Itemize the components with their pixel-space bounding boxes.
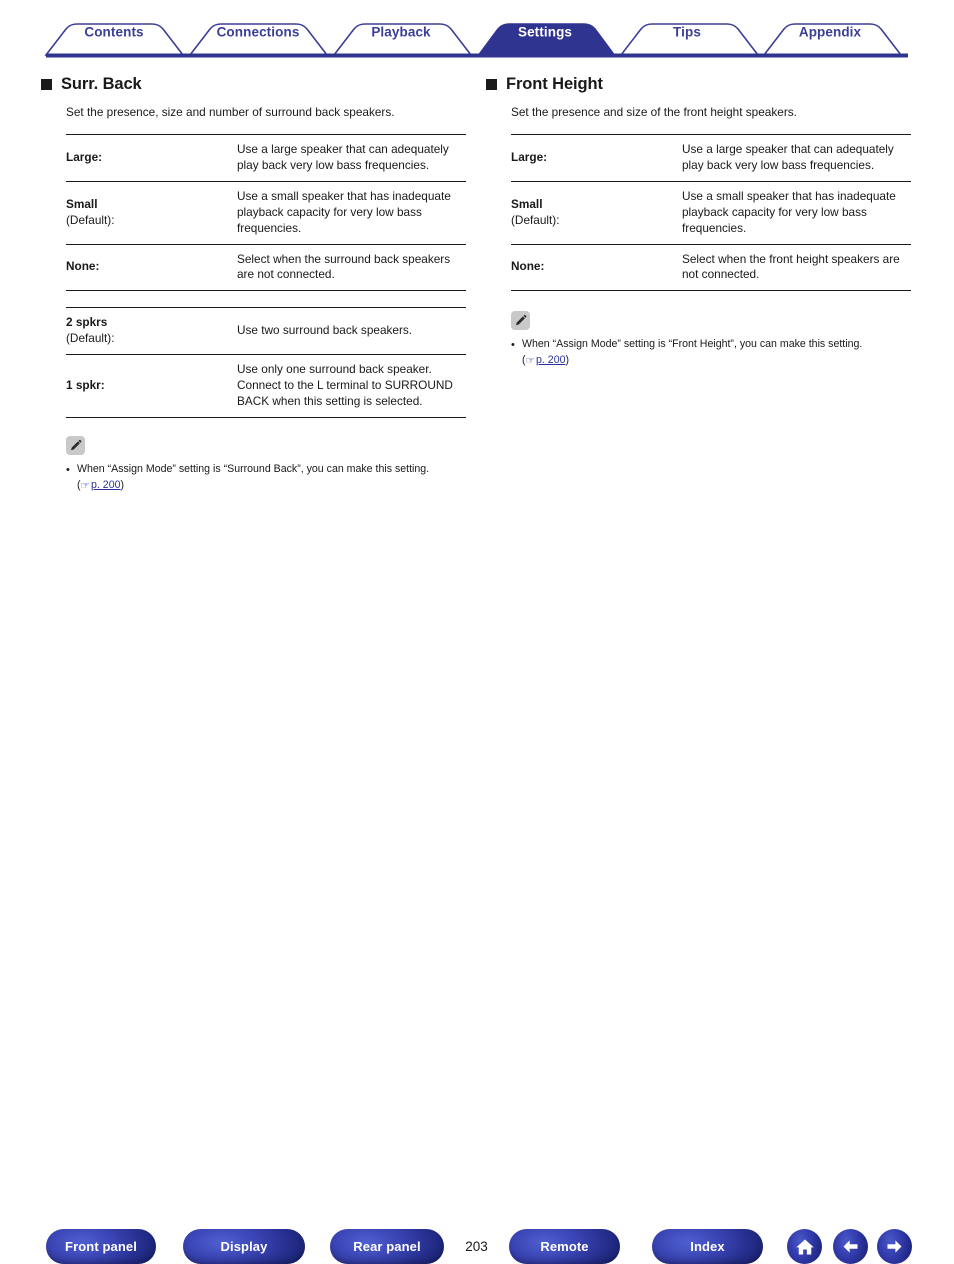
- table-key-label: Large:: [511, 149, 548, 164]
- table-key-label: 1 spkr:: [66, 378, 105, 393]
- note-bullet-icon: •: [511, 339, 515, 352]
- back-button[interactable]: [833, 1229, 868, 1264]
- arrow-right-icon: [887, 1240, 902, 1253]
- section-lead-text: Set the presence, size and number of sur…: [66, 105, 395, 119]
- table-cell-key: Small (Default):: [511, 181, 680, 244]
- table-cell-value: Use a small speaker that has inadequate …: [682, 188, 896, 235]
- home-icon: [795, 1239, 814, 1254]
- note-page-reference: (☞p. 200): [522, 354, 911, 367]
- page-link[interactable]: p. 200: [536, 354, 565, 366]
- table-row: 2 spkrs (Default): Use two surround back…: [66, 307, 466, 355]
- table-row: None: Select when the front height speak…: [511, 244, 911, 291]
- pencil-icon: [66, 435, 85, 455]
- page-title: Surr. Back: [61, 74, 142, 93]
- table-cell-key: 2 spkrs (Default):: [66, 308, 235, 355]
- pencil-glyph: [515, 315, 527, 326]
- page-title: Front Height: [506, 74, 603, 93]
- remote-button[interactable]: Remote: [509, 1229, 620, 1264]
- home-button[interactable]: [787, 1229, 822, 1264]
- note-text: When “Assign Mode” setting is “Front Hei…: [522, 338, 863, 351]
- tab-connections[interactable]: Connections: [217, 25, 300, 40]
- rear-panel-button[interactable]: Rear panel: [330, 1229, 444, 1264]
- tab-contents[interactable]: Contents: [84, 25, 143, 40]
- tab-settings[interactable]: Settings: [518, 25, 572, 40]
- table-cell-value: Select when the surround back speakers a…: [237, 251, 451, 282]
- arrow-left-icon: [843, 1240, 858, 1253]
- table-row: Large: Use a large speaker that can adeq…: [511, 134, 911, 181]
- note-ref-close: ): [565, 353, 570, 366]
- table-key-label: Small: [66, 196, 98, 211]
- note-text: When “Assign Mode” setting is “Surround …: [77, 462, 430, 475]
- table-cell-value: Select when the front height speakers ar…: [682, 251, 900, 282]
- note-page-reference: (☞p. 200): [77, 479, 466, 492]
- table-cell-value: Use a large speaker that can adequately …: [682, 141, 894, 172]
- section-heading-surr-back: Surr. Back: [41, 74, 466, 94]
- table-cell-value: Use a large speaker that can adequately …: [237, 141, 449, 172]
- note-text-line: • When “Assign Mode” setting is “Surroun…: [66, 463, 466, 478]
- section-lead-text: Set the presence and size of the front h…: [511, 105, 797, 119]
- table-cell-value: Use a small speaker that has inadequate …: [237, 188, 451, 235]
- square-bullet-icon: [486, 78, 497, 90]
- settings-table-front-height-size: Large: Use a large speaker that can adeq…: [511, 134, 911, 291]
- table-row: Small (Default): Use a small speaker tha…: [66, 181, 466, 244]
- table-key-label: None:: [66, 259, 100, 274]
- settings-table-surr-back-count: 2 spkrs (Default): Use two surround back…: [66, 307, 466, 418]
- table-key-label: None:: [511, 259, 545, 274]
- table-cell-key: None:: [511, 244, 680, 291]
- note-block-front-height: • When “Assign Mode” setting is “Front H…: [511, 311, 911, 367]
- page-number: 203: [465, 1239, 488, 1254]
- pointing-hand-icon: ☞: [525, 354, 536, 367]
- section-surr-back: Surr. Back Set the presence, size and nu…: [41, 74, 466, 492]
- note-ref-close: ): [120, 478, 125, 491]
- table-cell-value: Use two surround back speakers.: [237, 323, 413, 338]
- pencil-icon: [511, 311, 530, 331]
- pencil-glyph: [70, 439, 82, 451]
- table-key-label: Small: [511, 196, 543, 211]
- table-cell-key: 1 spkr:: [66, 355, 235, 418]
- tab-bar: Contents Connections Playback Settings T…: [0, 0, 954, 62]
- table-row: Small (Default): Use a small speaker tha…: [511, 181, 911, 244]
- table-cell-key: None:: [66, 244, 235, 291]
- front-panel-button[interactable]: Front panel: [46, 1229, 156, 1264]
- table-cell-value: Use only one surround back speaker. Conn…: [237, 362, 453, 409]
- table-cell-key: Large:: [511, 134, 680, 181]
- tab-baseline: [46, 53, 908, 58]
- table-key-default-label: (Default):: [66, 331, 115, 346]
- note-text-line: • When “Assign Mode” setting is “Front H…: [511, 338, 911, 353]
- page-link[interactable]: p. 200: [91, 479, 120, 491]
- section-heading-front-height: Front Height: [486, 74, 911, 94]
- square-bullet-icon: [41, 78, 52, 90]
- table-key-default-label: (Default):: [511, 212, 560, 227]
- section-front-height: Front Height Set the presence and size o…: [486, 74, 911, 367]
- forward-button[interactable]: [877, 1229, 912, 1264]
- table-cell-key: Large:: [66, 134, 235, 181]
- table-key-label: Large:: [66, 149, 103, 164]
- pointing-hand-icon: ☞: [80, 479, 91, 492]
- table-key-label: 2 spkrs: [66, 315, 108, 330]
- note-bullet-icon: •: [66, 463, 70, 476]
- tab-appendix[interactable]: Appendix: [799, 25, 861, 40]
- table-key-default-label: (Default):: [66, 212, 115, 227]
- display-button[interactable]: Display: [183, 1229, 305, 1264]
- tab-playback[interactable]: Playback: [371, 25, 430, 40]
- table-row: 1 spkr: Use only one surround back speak…: [66, 354, 466, 418]
- index-button[interactable]: Index: [652, 1229, 763, 1264]
- note-block-surr-back: • When “Assign Mode” setting is “Surroun…: [66, 435, 466, 492]
- table-row: Large: Use a large speaker that can adeq…: [66, 134, 466, 181]
- settings-table-surr-back-size: Large: Use a large speaker that can adeq…: [66, 134, 466, 291]
- table-row: None: Select when the surround back spea…: [66, 244, 466, 291]
- tab-tips[interactable]: Tips: [673, 25, 701, 40]
- table-cell-key: Small (Default):: [66, 181, 235, 244]
- footer-bar: Front panel Display Rear panel 203 Remot…: [0, 611, 954, 1264]
